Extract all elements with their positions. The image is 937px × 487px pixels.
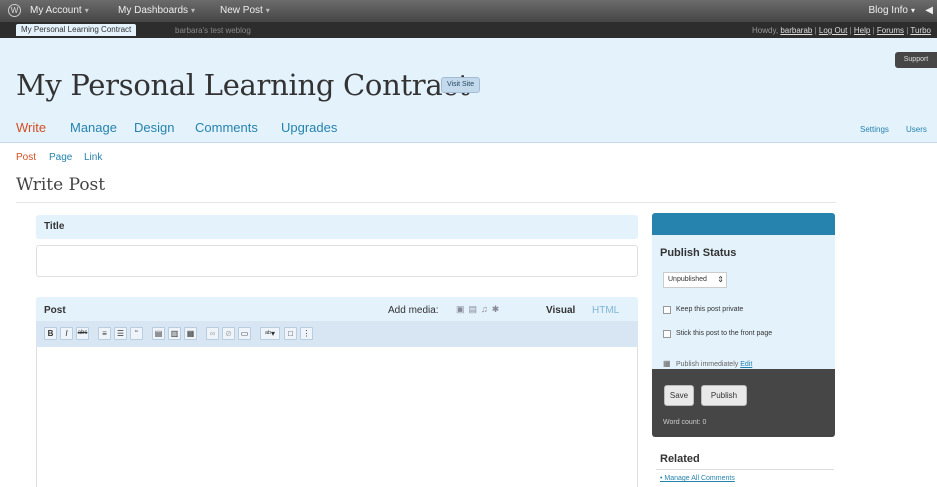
publish-panel-bar (652, 213, 835, 235)
save-button[interactable]: Save (664, 385, 694, 406)
manage-comments-label: Manage All Comments (664, 475, 735, 482)
spellcheck-icon[interactable]: ᵃᵇ▾ (260, 327, 280, 340)
my-account-menu[interactable]: My Account ▾ (30, 5, 89, 16)
align-right-icon[interactable]: ▦ (184, 327, 197, 340)
divider (16, 202, 836, 203)
related-title: Related (660, 453, 700, 465)
title-input[interactable] (36, 245, 638, 277)
blog-tab-active[interactable]: My Personal Learning Contract (16, 24, 137, 36)
status-select[interactable]: Unpublished ⇕ (663, 272, 727, 288)
publish-button[interactable]: Publish (701, 385, 747, 406)
arrow-left-icon[interactable]: ◀ (925, 5, 933, 16)
visit-site-button[interactable]: Visit Site (441, 77, 481, 93)
bullet-list-icon[interactable]: ≡ (98, 327, 111, 340)
link-icon[interactable]: ∞ (206, 327, 219, 340)
sticky-checkbox[interactable] (663, 330, 671, 338)
more-icon[interactable]: ▭ (238, 327, 251, 340)
logout-link[interactable]: Log Out (819, 26, 847, 35)
nav-manage[interactable]: Manage (70, 120, 117, 135)
post-editor[interactable] (36, 347, 638, 487)
private-label: Keep this post private (676, 306, 744, 313)
editor-toolbar: B I abc ≡ ☰ “ ▤ ▥ ▦ ∞ ⊘ ▭ ᵃᵇ▾ □ ⋮ (36, 321, 638, 347)
add-media-label: Add media: (388, 305, 439, 316)
audio-icon[interactable]: ♫ (481, 304, 492, 314)
blog-tab-other[interactable]: barbara's test weblog (175, 25, 251, 36)
publish-time: Publish immediately Edit (676, 361, 752, 368)
user-link[interactable]: barbarab (780, 26, 812, 35)
divider (656, 469, 834, 470)
new-post-label: New Post (220, 5, 263, 16)
blog-info-label: Blog Info (868, 5, 908, 16)
numbered-list-icon[interactable]: ☰ (114, 327, 127, 340)
calendar-icon: ▦ (663, 359, 671, 368)
help-link[interactable]: Help (854, 26, 870, 35)
post-box-header: Post Add media: ▣▤♫✱ Visual HTML (36, 297, 638, 321)
nav-users[interactable]: Users (906, 125, 927, 134)
my-dashboards-label: My Dashboards (118, 5, 189, 16)
new-post-menu[interactable]: New Post ▾ (220, 5, 270, 16)
howdy-text: Howdy, (752, 26, 779, 35)
word-count: Word count: 0 (663, 419, 707, 426)
blog-strip: My Personal Learning Contract barbara's … (0, 22, 937, 38)
support-tab[interactable]: Support (895, 52, 937, 68)
chevron-down-icon: ▾ (191, 6, 196, 15)
manage-comments-link[interactable]: • Manage All Comments (660, 475, 735, 482)
media-icon[interactable]: ✱ (492, 304, 504, 314)
fullscreen-icon[interactable]: □ (284, 327, 297, 340)
subnav-page[interactable]: Page (49, 152, 72, 163)
wordpress-logo-icon[interactable]: W (8, 4, 21, 17)
publish-time-label: Publish immediately (676, 361, 739, 368)
main-nav: Write Manage Design Comments Upgrades Se… (0, 108, 937, 143)
my-dashboards-menu[interactable]: My Dashboards ▾ (118, 5, 195, 16)
title-box-header: Title (36, 215, 638, 239)
nav-upgrades[interactable]: Upgrades (281, 120, 337, 135)
publish-status-title: Publish Status (660, 247, 737, 259)
tab-visual[interactable]: Visual (546, 305, 575, 316)
unlink-icon[interactable]: ⊘ (222, 327, 235, 340)
status-select-value: Unpublished (668, 276, 707, 283)
user-links: Howdy, barbarab | Log Out | Help | Forum… (752, 26, 931, 35)
sticky-label: Stick this post to the front page (676, 330, 773, 337)
title-label: Title (44, 221, 65, 232)
select-arrow-icon: ⇕ (717, 275, 724, 284)
subnav-link[interactable]: Link (84, 152, 102, 163)
image-icon[interactable]: ▣ (456, 304, 469, 314)
video-icon[interactable]: ▤ (469, 304, 482, 314)
kitchen-sink-icon[interactable]: ⋮ (300, 327, 313, 340)
chevron-down-icon: ▾ (84, 6, 89, 15)
align-left-icon[interactable]: ▤ (152, 327, 165, 340)
nav-design[interactable]: Design (134, 120, 174, 135)
post-label: Post (44, 305, 66, 316)
nav-write[interactable]: Write (16, 120, 46, 135)
forums-link[interactable]: Forums (877, 26, 904, 35)
page-title: Write Post (16, 175, 106, 195)
tab-html[interactable]: HTML (592, 305, 619, 316)
site-title: My Personal Learning Contract (16, 68, 470, 102)
edit-timestamp-link[interactable]: Edit (740, 361, 752, 368)
nav-comments[interactable]: Comments (195, 120, 258, 135)
strikethrough-icon[interactable]: abc (76, 327, 89, 340)
chevron-down-icon: ▾ (910, 6, 915, 15)
blockquote-icon[interactable]: “ (130, 327, 143, 340)
private-checkbox[interactable] (663, 306, 671, 314)
align-center-icon[interactable]: ▥ (168, 327, 181, 340)
chevron-down-icon: ▾ (265, 6, 270, 15)
blog-info-menu[interactable]: Blog Info ▾ (869, 5, 916, 16)
italic-icon[interactable]: I (60, 327, 73, 340)
subnav-post[interactable]: Post (16, 152, 36, 163)
turbo-link[interactable]: Turbo (910, 26, 931, 35)
nav-settings[interactable]: Settings (860, 125, 889, 134)
media-icons: ▣▤♫✱ (456, 304, 503, 315)
my-account-label: My Account (30, 5, 82, 16)
bold-icon[interactable]: B (44, 327, 57, 340)
admin-bar: W My Account ▾ My Dashboards ▾ New Post ▾ B… (0, 0, 937, 22)
